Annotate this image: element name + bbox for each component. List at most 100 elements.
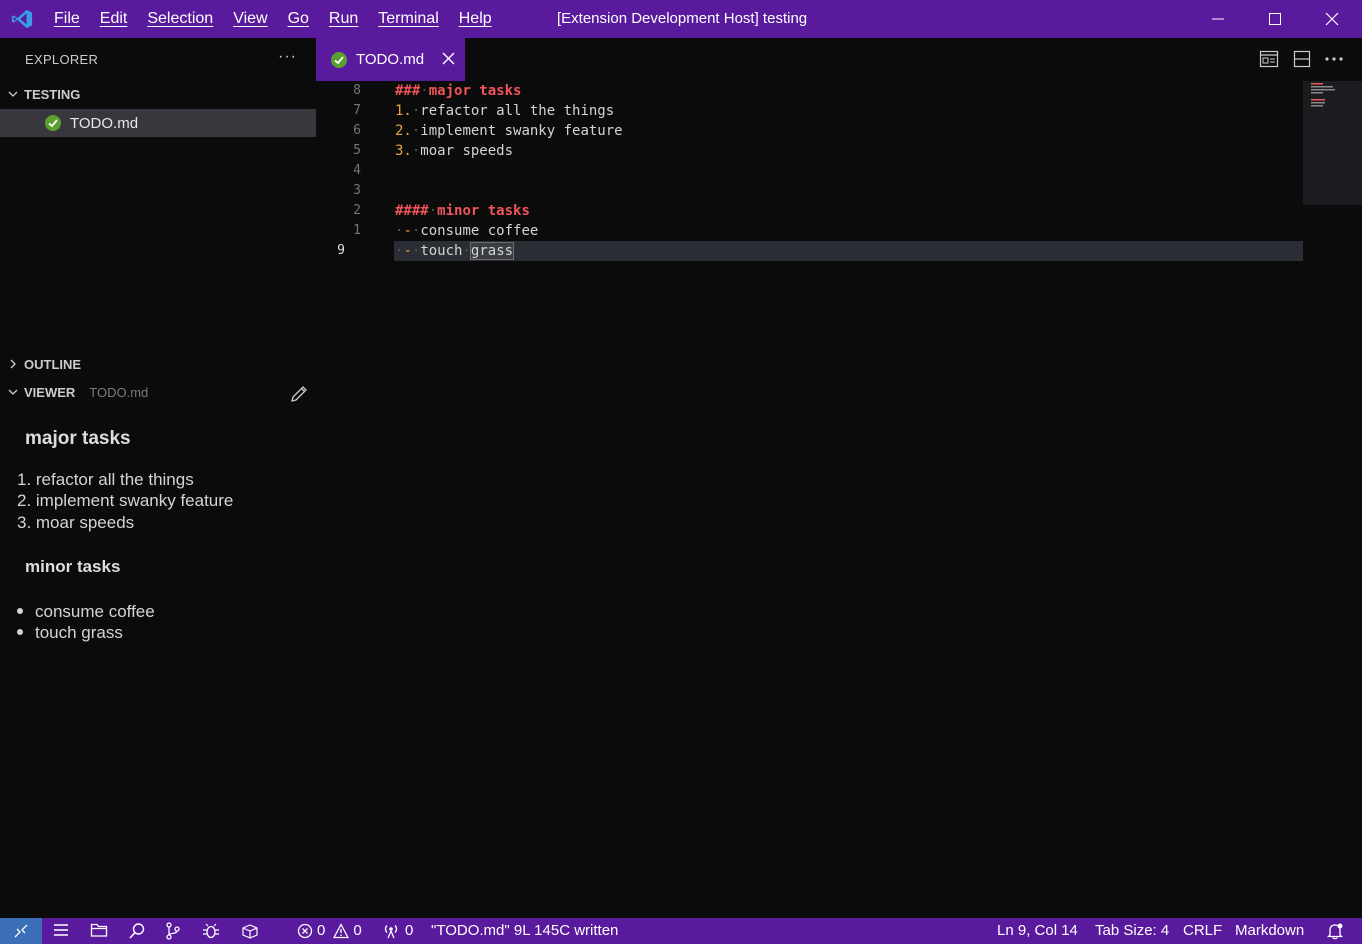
ports-count: 0 — [405, 922, 414, 939]
status-message: "TODO.md" 9L 145C written — [431, 922, 619, 939]
search-icon[interactable] — [128, 922, 146, 940]
line-number: 7 — [353, 103, 361, 118]
code-text: moar speeds — [420, 143, 514, 159]
more-actions-icon[interactable] — [1324, 56, 1344, 62]
check-circle-icon — [45, 115, 61, 131]
explorer-more-button[interactable]: ··· — [278, 48, 297, 66]
preview-heading-major: major tasks — [25, 428, 131, 449]
broadcast-icon — [384, 924, 398, 938]
close-window-button[interactable] — [1303, 0, 1361, 38]
menu-edit[interactable]: Edit — [90, 10, 138, 28]
menu-icon[interactable] — [53, 922, 69, 938]
code-line: ·-·consume coffee — [395, 223, 539, 239]
menu-bar: File Edit Selection View Go Run Terminal… — [44, 0, 502, 38]
bullet-icon — [17, 629, 23, 635]
viewer-file-label: TODO.md — [89, 384, 149, 400]
line-ending[interactable]: CRLF — [1183, 922, 1222, 939]
code-text: implement swanky feature — [420, 123, 623, 139]
folder-section-testing[interactable]: TESTING — [0, 82, 316, 106]
split-editor-icon[interactable] — [1293, 50, 1311, 68]
warning-icon — [333, 922, 350, 938]
preview-heading-minor: minor tasks — [25, 557, 121, 576]
ports-indicator[interactable]: 0 — [382, 922, 413, 939]
list-item: touch grass — [35, 623, 123, 642]
current-line-highlight — [394, 241, 1303, 261]
remote-icon — [14, 924, 28, 938]
list-item: consume coffee — [35, 602, 155, 621]
language-mode[interactable]: Markdown — [1235, 922, 1304, 939]
code-text: consume coffee — [420, 223, 539, 239]
viewer-section[interactable]: VIEWER TODO.md — [0, 380, 316, 404]
tab-label: TODO.md — [356, 51, 425, 68]
extensions-icon[interactable] — [241, 922, 259, 940]
outline-section[interactable]: OUTLINE — [0, 352, 316, 376]
list-dash: - — [403, 223, 412, 239]
list-number: 3. — [395, 143, 412, 159]
line-number-current: 9 — [337, 243, 345, 258]
menu-selection[interactable]: Selection — [137, 10, 223, 28]
source-control-icon[interactable] — [165, 922, 181, 940]
heading-marker: ### — [395, 83, 421, 99]
pencil-icon[interactable] — [289, 384, 309, 404]
list-dash: - — [403, 243, 412, 259]
code-line: ####·minor tasks — [395, 203, 530, 219]
debug-icon[interactable] — [202, 922, 220, 940]
menu-view[interactable]: View — [223, 10, 277, 28]
line-number: 4 — [353, 163, 361, 178]
maximize-icon — [1269, 13, 1281, 25]
menu-help[interactable]: Help — [449, 10, 502, 28]
tab-bar: TODO.md — [316, 38, 1362, 81]
list-number: 2. — [395, 123, 412, 139]
open-preview-icon[interactable] — [1259, 50, 1279, 68]
code-line: 2.·implement swanky feature — [395, 123, 623, 139]
viewer-label: VIEWER — [24, 384, 76, 400]
line-number: 3 — [353, 183, 361, 198]
remote-button[interactable] — [0, 918, 42, 944]
vscode-logo-icon — [11, 9, 33, 29]
error-icon — [297, 923, 313, 938]
folder-label: TESTING — [24, 86, 81, 102]
cursor-position[interactable]: Ln 9, Col 14 — [997, 922, 1078, 939]
chevron-down-icon — [2, 88, 24, 100]
close-tab-icon[interactable] — [442, 52, 455, 65]
code-text: touch — [420, 243, 463, 259]
bullet-icon — [17, 608, 23, 614]
menu-run[interactable]: Run — [319, 10, 368, 28]
selected-word: grass — [469, 242, 515, 260]
explorer-header: EXPLORER — [25, 52, 99, 67]
line-number: 5 — [353, 143, 361, 158]
list-item: 3. moar speeds — [17, 513, 135, 532]
line-number: 6 — [353, 123, 361, 138]
minimap-content — [1311, 83, 1335, 107]
chevron-right-icon — [2, 358, 24, 370]
error-count: 0 — [317, 922, 326, 939]
list-item: 2. implement swanky feature — [17, 491, 234, 510]
list-item: 1. refactor all the things — [17, 470, 194, 489]
notification-bell-icon[interactable] — [1326, 922, 1344, 940]
outline-label: OUTLINE — [24, 356, 82, 372]
status-bar: 0 0 0 "TODO.md" 9L 145C written Ln 9, Co… — [0, 918, 1362, 944]
line-number: 8 — [353, 83, 361, 98]
check-circle-icon — [331, 51, 347, 68]
code-line: ###·major tasks — [395, 83, 522, 99]
code-line: 3.·moar speeds — [395, 143, 514, 159]
heading-text: major tasks — [428, 83, 522, 99]
menu-file[interactable]: File — [44, 10, 90, 28]
code-text: refactor all the things — [420, 103, 615, 119]
menu-go[interactable]: Go — [278, 10, 319, 28]
maximize-button[interactable] — [1246, 0, 1304, 38]
file-item-todo[interactable]: TODO.md — [0, 109, 316, 137]
menu-terminal[interactable]: Terminal — [368, 10, 448, 28]
title-bar: File Edit Selection View Go Run Terminal… — [0, 0, 1362, 38]
chevron-down-icon — [2, 386, 24, 398]
list-number: 1. — [395, 103, 412, 119]
code-line: 1.·refactor all the things — [395, 103, 615, 119]
problems-indicator[interactable]: 0 0 — [297, 922, 362, 939]
folder-icon[interactable] — [90, 922, 108, 938]
tab-todo[interactable]: TODO.md — [316, 38, 465, 81]
tab-size[interactable]: Tab Size: 4 — [1095, 922, 1169, 939]
close-icon — [1325, 12, 1339, 26]
minimap[interactable] — [1303, 81, 1362, 205]
code-editor[interactable]: 8 7 6 5 4 3 2 1 9 ###·major tasks 1.·ref… — [316, 81, 1362, 918]
minimize-button[interactable] — [1189, 0, 1247, 38]
